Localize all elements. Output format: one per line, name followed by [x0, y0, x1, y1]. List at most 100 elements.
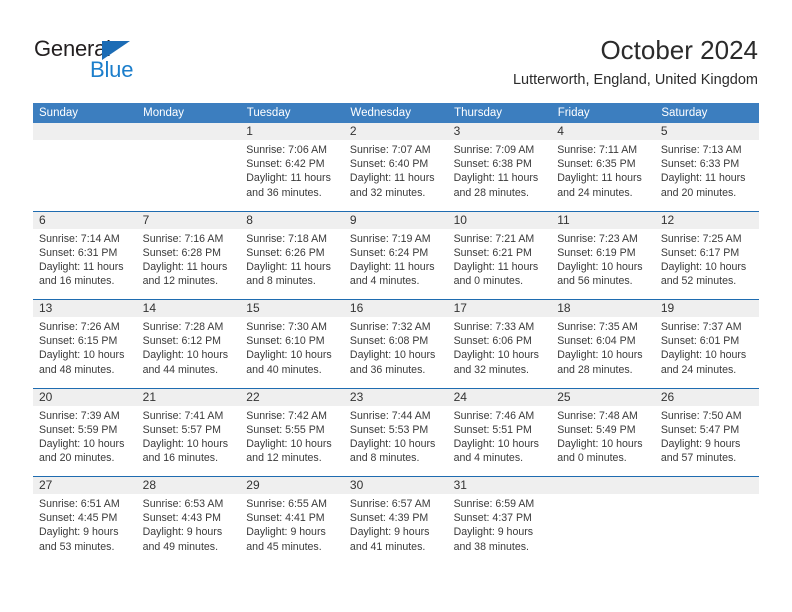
day-cell[interactable]: Sunrise: 7:06 AM Sunset: 6:42 PM Dayligh… [240, 140, 344, 211]
daylight-text-line2: and 38 minutes. [453, 540, 529, 553]
day-cell[interactable]: Sunrise: 7:07 AM Sunset: 6:40 PM Dayligh… [343, 140, 448, 211]
sunset-text: Sunset: 6:40 PM [349, 158, 429, 171]
day-cell[interactable]: Sunrise: 7:48 AM Sunset: 5:49 PM Dayligh… [551, 405, 655, 477]
daylight-text-line2: and 0 minutes. [453, 275, 524, 288]
day-cell[interactable]: Sunrise: 7:26 AM Sunset: 6:15 PM Dayligh… [33, 317, 137, 388]
sunrise-text: Sunrise: 7:46 AM [453, 409, 535, 422]
day-cell[interactable]: Sunrise: 7:39 AM Sunset: 5:59 PM Dayligh… [33, 405, 137, 477]
sunset-text: Sunset: 5:51 PM [453, 423, 532, 436]
logo-text-blue: Blue [90, 57, 134, 82]
day-number[interactable]: 27 [33, 476, 137, 494]
day-number[interactable]: 21 [136, 387, 241, 406]
daylight-text-line2: and 32 minutes. [453, 363, 529, 376]
day-number[interactable]: 3 [447, 123, 552, 140]
sunrise-sunset-calendar: Sunday Monday Tuesday Wednesday Thursday… [33, 103, 759, 565]
weekday-header-tuesday: Tuesday [240, 103, 345, 123]
sunrise-text: Sunrise: 7:11 AM [557, 144, 638, 156]
day-number[interactable]: 17 [447, 299, 552, 317]
day-number[interactable]: 13 [33, 299, 137, 317]
day-cell[interactable]: Sunrise: 7:21 AM Sunset: 6:21 PM Dayligh… [447, 228, 552, 300]
daylight-text-line2: and 12 minutes. [142, 275, 219, 288]
day-cell[interactable]: Sunrise: 7:13 AM Sunset: 6:33 PM Dayligh… [654, 140, 759, 211]
day-cell[interactable]: Sunrise: 7:50 AM Sunset: 5:47 PM Dayligh… [654, 405, 759, 477]
daylight-text-line1: Daylight: 10 hours [142, 349, 229, 362]
day-cell[interactable]: Sunrise: 6:57 AM Sunset: 4:39 PM Dayligh… [343, 494, 448, 565]
day-cell[interactable]: Sunrise: 7:41 AM Sunset: 5:57 PM Dayligh… [136, 405, 241, 477]
day-cell[interactable]: Sunrise: 6:51 AM Sunset: 4:45 PM Dayligh… [33, 494, 137, 565]
weekday-header-saturday: Saturday [654, 103, 759, 123]
day-number[interactable]: 8 [240, 210, 344, 229]
day-number[interactable]: 12 [654, 210, 759, 229]
day-cell[interactable]: Sunrise: 7:16 AM Sunset: 6:28 PM Dayligh… [136, 228, 241, 300]
day-number[interactable]: 11 [551, 210, 655, 229]
day-number[interactable]: 30 [343, 476, 448, 494]
page-subtitle: Lutterworth, England, United Kingdom [512, 72, 758, 88]
day-cell[interactable]: Sunrise: 7:14 AM Sunset: 6:31 PM Dayligh… [33, 228, 137, 300]
day-cell[interactable]: Sunrise: 7:46 AM Sunset: 5:51 PM Dayligh… [447, 405, 552, 477]
week-2-daynumber-row: 6 7 8 9 10 11 12 [33, 210, 759, 229]
day-number-empty [654, 476, 759, 494]
weekday-header-thursday: Thursday [447, 103, 552, 123]
daylight-text-line2: and 28 minutes. [453, 186, 529, 199]
day-cell[interactable]: Sunrise: 6:59 AM Sunset: 4:37 PM Dayligh… [447, 494, 552, 565]
day-number[interactable]: 9 [343, 210, 448, 229]
day-cell[interactable]: Sunrise: 7:30 AM Sunset: 6:10 PM Dayligh… [240, 317, 344, 388]
day-cell[interactable]: Sunrise: 7:33 AM Sunset: 6:06 PM Dayligh… [447, 317, 552, 388]
week-4-detail-row: Sunrise: 7:39 AM Sunset: 5:59 PM Dayligh… [33, 405, 759, 477]
sunset-text: Sunset: 6:10 PM [246, 335, 325, 348]
day-cell[interactable]: Sunrise: 7:32 AM Sunset: 6:08 PM Dayligh… [343, 317, 448, 388]
day-number[interactable]: 25 [551, 387, 655, 406]
sunset-text: Sunset: 6:19 PM [557, 246, 636, 259]
week-2-detail-row: Sunrise: 7:14 AM Sunset: 6:31 PM Dayligh… [33, 228, 759, 300]
day-number[interactable]: 15 [240, 299, 344, 317]
day-number[interactable]: 10 [447, 210, 552, 229]
day-number[interactable]: 28 [136, 476, 241, 494]
day-number[interactable]: 19 [654, 299, 759, 317]
sunrise-text: Sunrise: 7:13 AM [660, 144, 742, 156]
day-cell[interactable]: Sunrise: 7:18 AM Sunset: 6:26 PM Dayligh… [240, 228, 344, 300]
day-cell[interactable]: Sunrise: 7:28 AM Sunset: 6:12 PM Dayligh… [136, 317, 241, 388]
day-cell[interactable]: Sunrise: 6:55 AM Sunset: 4:41 PM Dayligh… [240, 494, 344, 565]
daylight-text-line1: Daylight: 9 hours [453, 526, 534, 539]
weekday-header-friday: Friday [551, 103, 656, 123]
title-block: October 2024 Lutterworth, England, Unite… [513, 34, 758, 90]
day-number[interactable]: 24 [447, 387, 552, 406]
day-cell[interactable]: Sunrise: 7:23 AM Sunset: 6:19 PM Dayligh… [551, 228, 655, 300]
day-cell[interactable]: Sunrise: 7:19 AM Sunset: 6:24 PM Dayligh… [343, 228, 448, 300]
week-5-daynumber-row: 27 28 29 30 31 [33, 476, 759, 494]
day-number[interactable]: 29 [240, 476, 344, 494]
day-number[interactable]: 23 [343, 387, 448, 406]
day-number[interactable]: 5 [654, 123, 759, 140]
day-cell[interactable]: Sunrise: 7:35 AM Sunset: 6:04 PM Dayligh… [551, 317, 655, 388]
day-number[interactable]: 31 [447, 476, 552, 494]
day-cell[interactable]: Sunrise: 7:44 AM Sunset: 5:53 PM Dayligh… [343, 405, 448, 477]
daylight-text-line2: and 49 minutes. [142, 540, 219, 553]
day-number[interactable]: 7 [136, 210, 241, 229]
general-blue-logo[interactable]: General Blue [34, 36, 234, 84]
day-number[interactable]: 26 [654, 387, 759, 406]
day-cell[interactable]: Sunrise: 7:42 AM Sunset: 5:55 PM Dayligh… [240, 405, 344, 477]
sunrise-text: Sunrise: 7:35 AM [557, 321, 638, 333]
sunrise-text: Sunrise: 6:51 AM [39, 498, 120, 510]
day-number[interactable]: 1 [240, 123, 344, 140]
daylight-text-line2: and 8 minutes. [349, 452, 420, 465]
sunset-text: Sunset: 5:55 PM [246, 423, 325, 436]
daylight-text-line1: Daylight: 9 hours [660, 437, 741, 450]
day-cell-empty [654, 494, 759, 565]
day-cell[interactable]: Sunrise: 6:53 AM Sunset: 4:43 PM Dayligh… [136, 494, 241, 565]
daylight-text-line2: and 52 minutes. [660, 275, 737, 288]
daylight-text-line2: and 20 minutes. [39, 452, 115, 465]
day-number[interactable]: 4 [551, 123, 655, 140]
calendar-page: General Blue October 2024 Lutterworth, E… [0, 0, 792, 612]
day-number[interactable]: 2 [343, 123, 448, 140]
day-cell[interactable]: Sunrise: 7:25 AM Sunset: 6:17 PM Dayligh… [654, 228, 759, 300]
day-number[interactable]: 14 [136, 299, 241, 317]
day-number[interactable]: 6 [33, 210, 137, 229]
day-number[interactable]: 16 [343, 299, 448, 317]
day-cell[interactable]: Sunrise: 7:09 AM Sunset: 6:38 PM Dayligh… [447, 140, 552, 211]
day-number[interactable]: 22 [240, 387, 344, 406]
day-number[interactable]: 20 [33, 387, 137, 406]
day-cell[interactable]: Sunrise: 7:37 AM Sunset: 6:01 PM Dayligh… [654, 317, 759, 388]
day-cell[interactable]: Sunrise: 7:11 AM Sunset: 6:35 PM Dayligh… [551, 140, 655, 211]
day-number[interactable]: 18 [551, 299, 655, 317]
